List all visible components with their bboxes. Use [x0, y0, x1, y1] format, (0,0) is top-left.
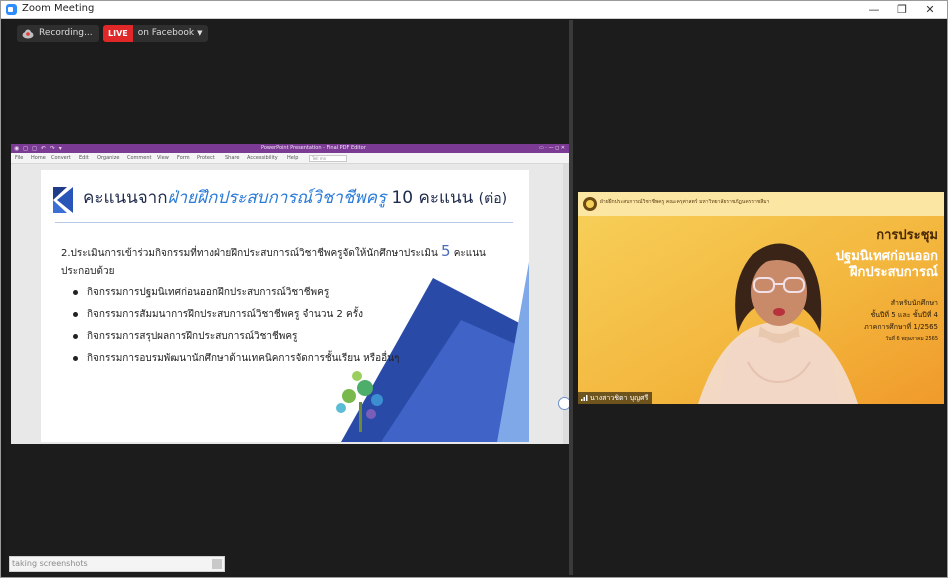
participant-name: นางสาวชิตา บุญศรี	[590, 394, 649, 402]
ppt-menu-accessibility[interactable]: Accessibility	[247, 155, 278, 161]
ppt-menu-comment[interactable]: Comment	[127, 155, 152, 161]
ppt-document-title: PowerPoint Presentation - Final PDF Edit…	[261, 145, 366, 151]
slide: คะแนนจากฝ่ายฝึกประสบการณ์วิชาชีพครู 10 ค…	[41, 170, 529, 442]
zoom-app-icon	[6, 4, 17, 15]
slide-body-number: 5	[440, 242, 451, 260]
quick-access-toolbar[interactable]: ◉ ◻ ◻ ↶ ↷ ▾	[14, 145, 63, 152]
slide-title-note: (ต่อ)	[478, 191, 508, 207]
video-pane: ฝ่ายฝึกประสบการณ์วิชาชีพครู คณะครุศาสตร์…	[573, 20, 945, 575]
ppt-menu-protect[interactable]: Protect	[197, 155, 215, 161]
video-title-line-2: ฝึกประสบการณ์	[849, 265, 938, 280]
status-square-icon	[212, 559, 222, 569]
slide-logo-icon	[53, 187, 73, 213]
slide-body-line-1: 2.ประเมินการเข้าร่วมกิจกรรมที่ทางฝ่ายฝึก…	[61, 242, 521, 263]
slide-title-prefix: คะแนนจาก	[83, 188, 168, 208]
video-heading: การประชุม	[876, 228, 938, 243]
window-title: Zoom Meeting	[22, 3, 95, 14]
cloud-record-icon	[22, 29, 34, 39]
live-destination-label: on Facebook	[137, 28, 195, 38]
ppt-menu-home[interactable]: Home	[31, 155, 46, 161]
shared-screen: ◉ ◻ ◻ ↶ ↷ ▾ PowerPoint Presentation - Fi…	[11, 144, 571, 444]
video-years: ชั้นปีที่ 5 และ ชั้นปีที่ 4	[870, 311, 938, 319]
close-button[interactable]: ✕	[915, 1, 945, 19]
slide-body-line-2: ประกอบด้วย	[61, 266, 115, 277]
ppt-menu-bar: File Home Convert Edit Organize Comment …	[11, 153, 569, 164]
live-destination[interactable]: on Facebook ▼	[132, 25, 208, 42]
slide-bullet: กิจกรรมการสัมมนาการฝึกประสบการณ์วิชาชีพค…	[71, 306, 501, 328]
ppt-menu-form[interactable]: Form	[177, 155, 190, 161]
slide-body-text-a: 2.ประเมินการเข้าร่วมกิจกรรมที่ทางฝ่ายฝึก…	[61, 248, 438, 259]
ppt-menu-help[interactable]: Help	[287, 155, 298, 161]
slide-canvas: คะแนนจากฝ่ายฝึกประสบการณ์วิชาชีพครู 10 ค…	[11, 164, 569, 444]
ppt-menu-convert[interactable]: Convert	[51, 155, 71, 161]
video-org-header: ฝ่ายฝึกประสบการณ์วิชาชีพครู คณะครุศาสตร์…	[600, 199, 770, 205]
tell-me-search[interactable]: Tell me	[309, 155, 347, 162]
video-audience: สำหรับนักศึกษา	[890, 299, 938, 307]
video-term: ภาคการศึกษาที่ 1/2565	[864, 323, 938, 331]
recording-label: Recording...	[39, 28, 93, 38]
live-badge: LIVE	[103, 25, 133, 42]
ppt-menu-organize[interactable]: Organize	[97, 155, 119, 161]
signal-strength-icon	[581, 395, 588, 401]
video-date: วันที่ 6 พฤษภาคม 2565	[885, 336, 938, 342]
slide-bullet: กิจกรรมการอบรมพัฒนานักศึกษาด้านเทคนิคการ…	[71, 350, 501, 372]
zoom-window: Zoom Meeting — ❐ ✕ Recording... LIVE on …	[0, 0, 948, 578]
slide-title-highlight: ฝ่ายฝึกประสบการณ์วิชาชีพครู	[167, 188, 387, 208]
slide-divider	[55, 222, 513, 223]
status-text: taking screenshots	[12, 559, 88, 568]
slide-body-text-b: คะแนน	[453, 248, 486, 259]
restore-button[interactable]: ❐	[887, 1, 917, 19]
recording-indicator[interactable]: Recording...	[17, 25, 99, 42]
ppt-menu-edit[interactable]: Edit	[79, 155, 89, 161]
ppt-menu-view[interactable]: View	[157, 155, 169, 161]
slide-title: คะแนนจากฝ่ายฝึกประสบการณ์วิชาชีพครู 10 ค…	[83, 184, 507, 211]
slide-bullet-list: กิจกรรมการปฐมนิเทศก่อนออกฝึกประสบการณ์วิ…	[71, 284, 501, 372]
participant-name-tag: นางสาวชิตา บุญศรี	[578, 392, 653, 404]
slide-body: 2.ประเมินการเข้าร่วมกิจกรรมที่ทางฝ่ายฝึก…	[61, 242, 521, 281]
ppt-menu-share[interactable]: Share	[225, 155, 239, 161]
ppt-title-bar: ◉ ◻ ◻ ↶ ↷ ▾ PowerPoint Presentation - Fi…	[11, 144, 569, 153]
share-pane: Recording... LIVE on Facebook ▼ ◉ ◻ ◻ ↶ ↷…	[5, 20, 571, 575]
chevron-down-icon: ▼	[197, 29, 203, 37]
slide-bullet: กิจกรรมการสรุปผลการฝึกประสบการณ์วิชาชีพค…	[71, 328, 501, 350]
ppt-window-controls[interactable]: ▭ · — ◻ ✕	[539, 145, 565, 151]
minimize-button[interactable]: —	[859, 1, 889, 19]
slide-bullet: กิจกรรมการปฐมนิเทศก่อนออกฝึกประสบการณ์วิ…	[71, 284, 501, 306]
slide-title-suffix: 10 คะแนน	[391, 188, 474, 208]
title-bar[interactable]: Zoom Meeting — ❐ ✕	[1, 1, 947, 19]
screenshot-status-bar: taking screenshots	[9, 556, 225, 572]
ppt-menu-file[interactable]: File	[15, 155, 23, 161]
meeting-stage: Recording... LIVE on Facebook ▼ ◉ ◻ ◻ ↶ ↷…	[5, 20, 945, 575]
speaker-video[interactable]: ฝ่ายฝึกประสบการณ์วิชาชีพครู คณะครุศาสตร์…	[578, 192, 944, 404]
live-stream-indicator[interactable]: LIVE on Facebook ▼	[103, 25, 208, 42]
